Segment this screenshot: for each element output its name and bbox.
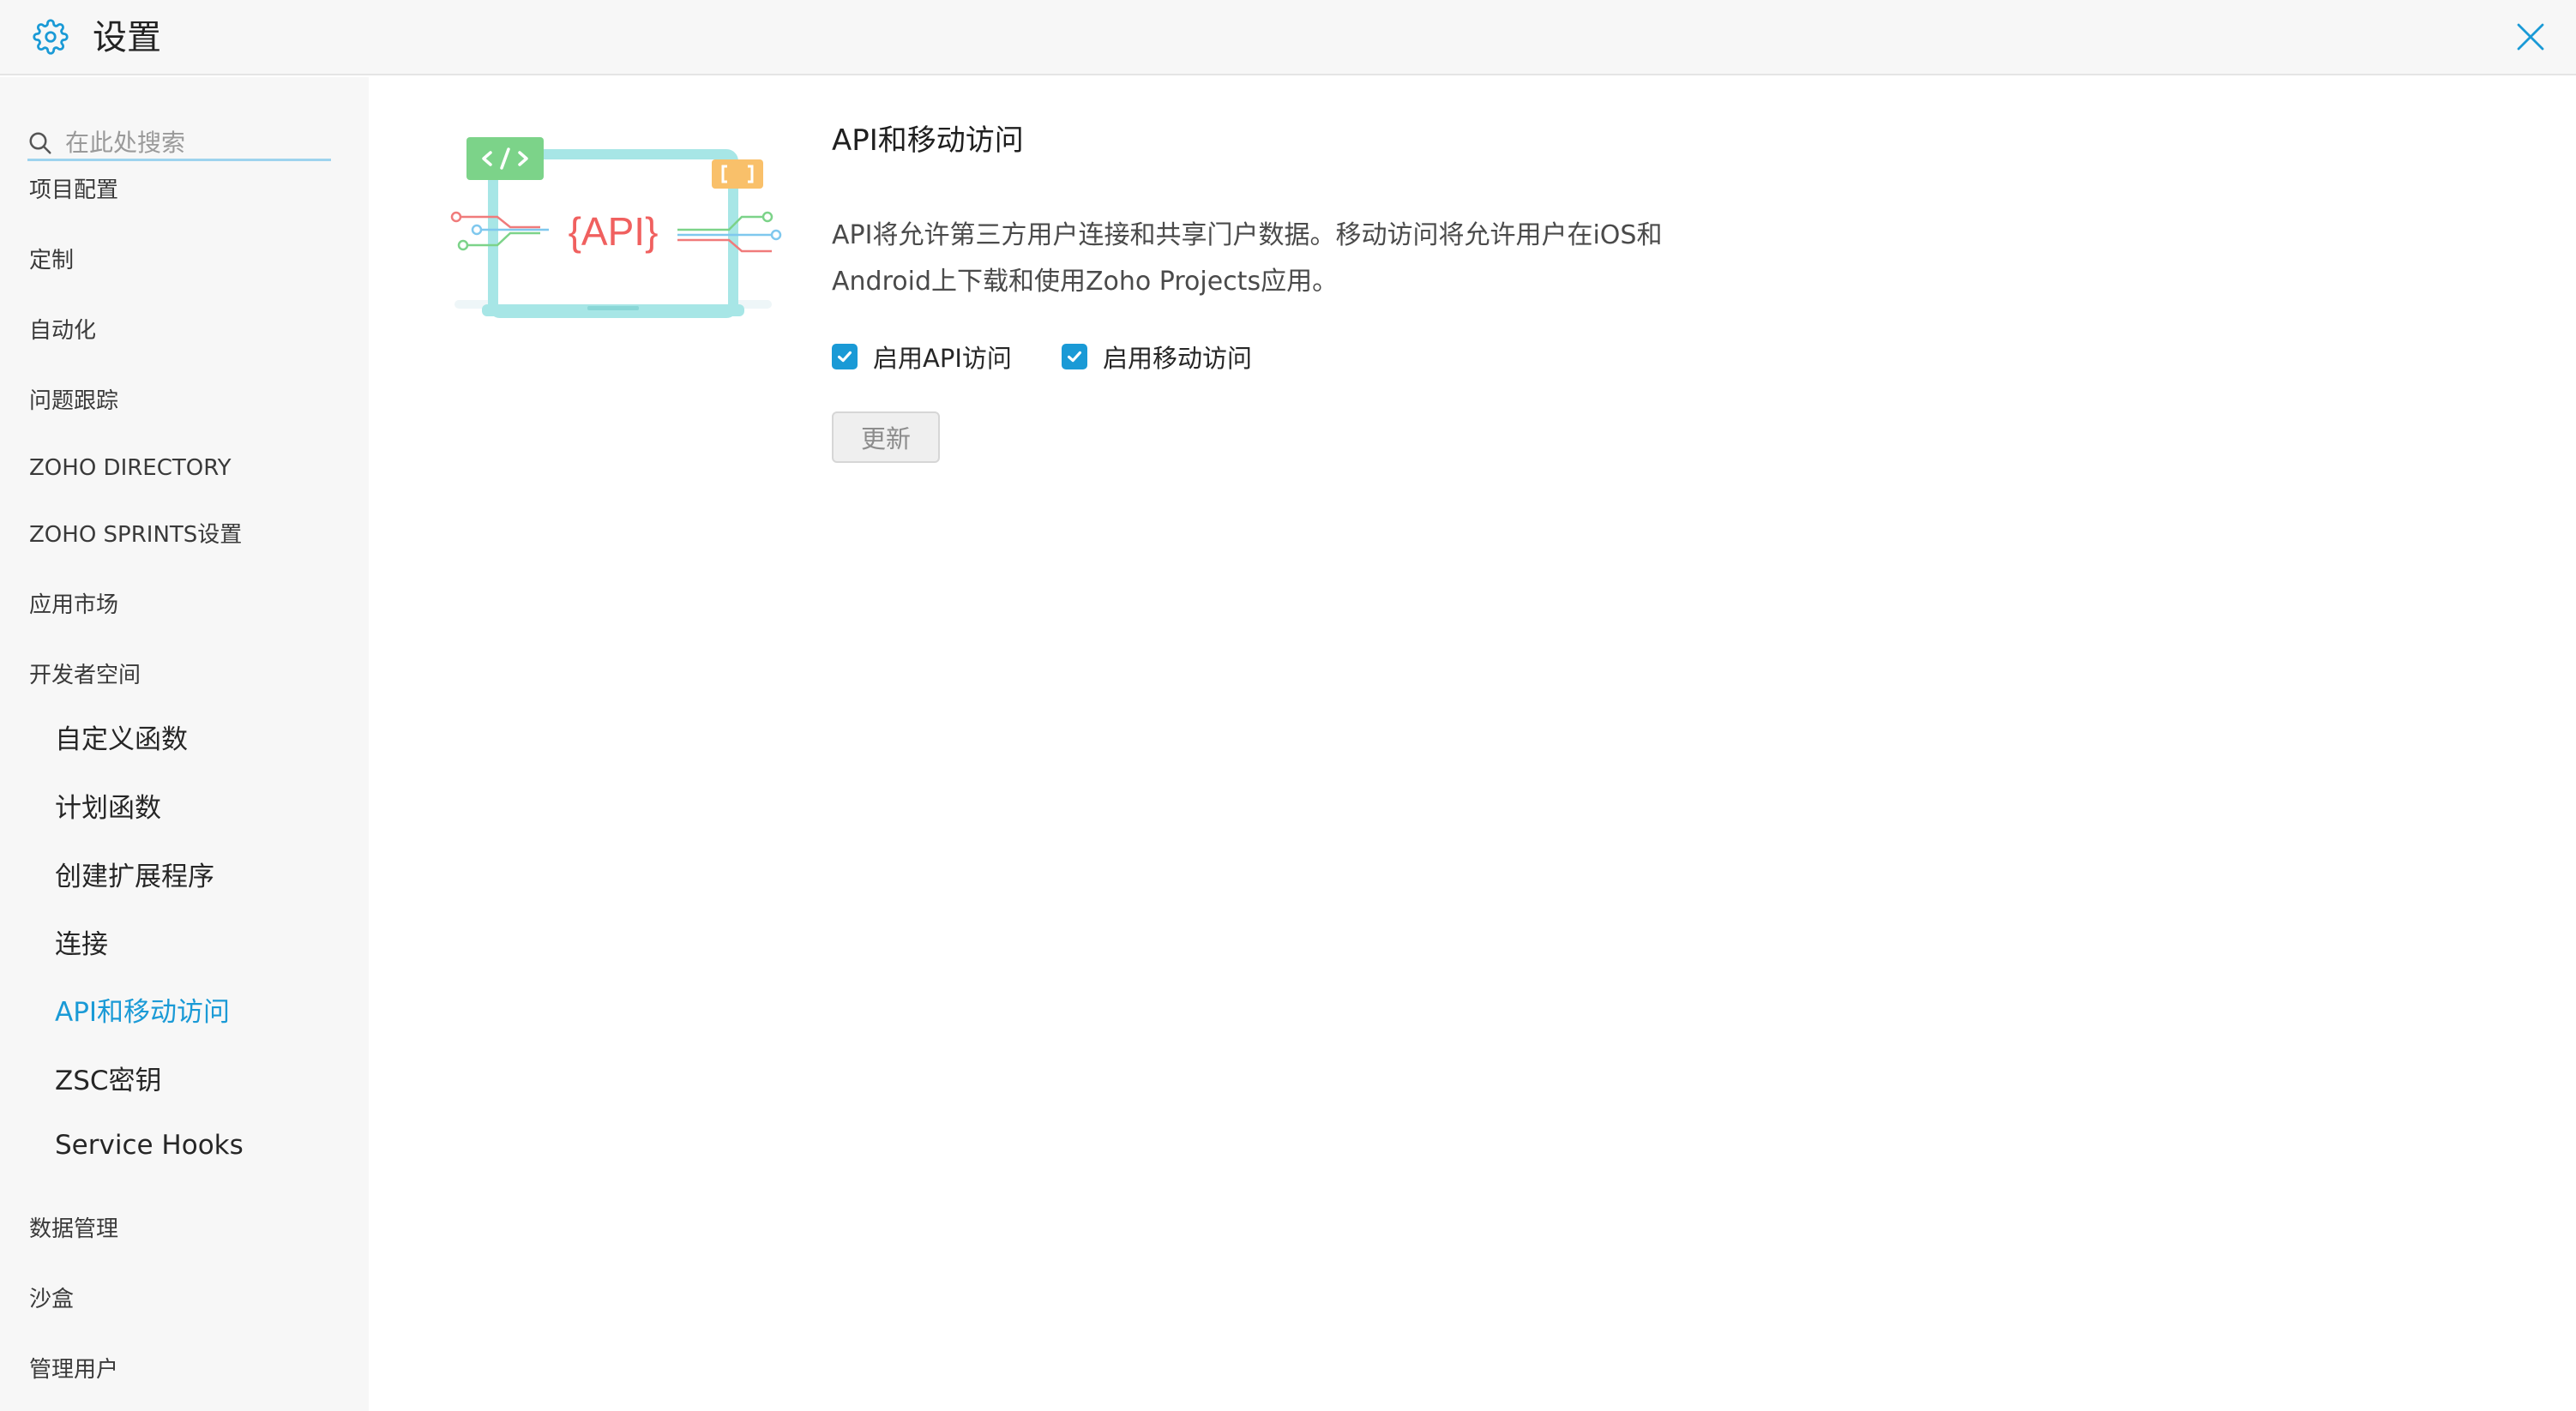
sidebar-item-zoho-directory[interactable]: ZOHO DIRECTORY (29, 453, 232, 483)
sidebar-subitem-schedule-functions[interactable]: 计划函数 (55, 790, 161, 826)
sidebar-item-automation[interactable]: 自动化 (29, 315, 96, 346)
sidebar-subitem-service-hooks[interactable]: Service Hooks (55, 1127, 244, 1163)
settings-sidebar: 项目配置 定制 自动化 问题跟踪 ZOHO DIRECTORY ZOHO SPR… (0, 77, 369, 1411)
checkbox-label: 启用移动访问 (1103, 344, 1253, 373)
description-line: API将允许第三方用户连接和共享门户数据。移动访问将允许用户在iOS和 (832, 220, 1663, 250)
update-button[interactable]: 更新 (832, 411, 940, 463)
sidebar-item-sandbox[interactable]: 沙盒 (29, 1284, 74, 1315)
sidebar-subitem-zsc-key[interactable]: ZSC密钥 (55, 1063, 162, 1099)
sidebar-subitem-api-mobile-access[interactable]: API和移动访问 (55, 994, 230, 1030)
api-illustration-label: {API} (569, 209, 659, 254)
gear-icon (33, 19, 69, 55)
sidebar-item-marketplace[interactable]: 应用市场 (29, 590, 118, 621)
settings-window: 设置 项目配置 定制 自动化 问题跟踪 ZOHO DIRECTORY ZOHO … (0, 0, 2576, 1411)
sidebar-item-developer-space[interactable]: 开发者空间 (29, 660, 141, 691)
section-description: API将允许第三方用户连接和共享门户数据。移动访问将允许用户在iOS和 Andr… (832, 213, 1741, 305)
description-line: Android上下载和使用Zoho Projects应用。 (832, 267, 1339, 297)
header-bar: 设置 (0, 0, 2576, 75)
checkbox-checked-icon[interactable] (1062, 344, 1087, 369)
sidebar-item-issue-tracking[interactable]: 问题跟踪 (29, 386, 118, 417)
enable-mobile-access-checkbox[interactable]: 启用移动访问 (1062, 341, 1253, 373)
sidebar-item-data-management[interactable]: 数据管理 (29, 1214, 118, 1245)
page-title: 设置 (93, 18, 161, 57)
checkbox-checked-icon[interactable] (832, 344, 858, 369)
sidebar-item-project-config[interactable]: 项目配置 (29, 175, 118, 206)
section-title: API和移动访问 (832, 123, 1024, 158)
sidebar-search (27, 101, 331, 161)
sidebar-item-customization[interactable]: 定制 (29, 245, 74, 276)
search-icon (29, 132, 51, 154)
sidebar-item-manage-users[interactable]: 管理用户 (29, 1354, 118, 1385)
close-icon[interactable] (2513, 19, 2549, 55)
sidebar-subitem-create-extension[interactable]: 创建扩展程序 (55, 859, 214, 895)
checkbox-label: 启用API访问 (873, 344, 1012, 373)
sidebar-item-zoho-sprints[interactable]: ZOHO SPRINTS设置 (29, 519, 242, 550)
api-illustration: {API} (450, 137, 782, 318)
search-input[interactable] (65, 125, 322, 159)
enable-api-access-checkbox[interactable]: 启用API访问 (832, 341, 1012, 373)
sidebar-subitem-custom-functions[interactable]: 自定义函数 (55, 722, 188, 758)
sidebar-subitem-connections[interactable]: 连接 (55, 927, 108, 963)
